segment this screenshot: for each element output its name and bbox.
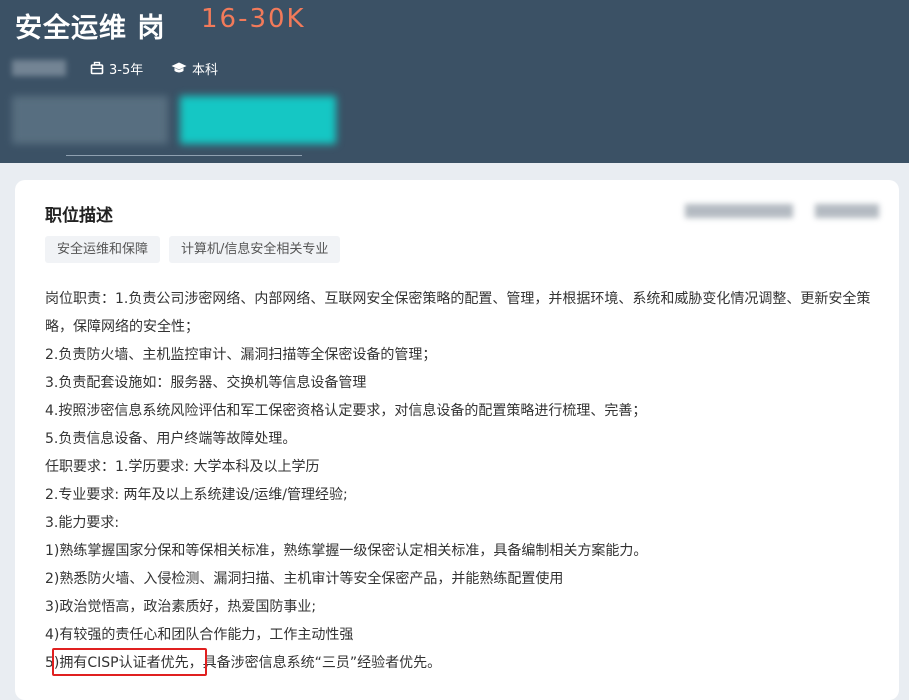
- salary: 16-30K: [201, 4, 306, 34]
- description-line: 任职要求：1.学历要求: 大学本科及以上学历: [45, 459, 320, 475]
- description-line: 2)熟悉防火墙、入侵检测、漏洞扫描、主机审计等安全保密产品，并能熟练配置使用: [45, 571, 564, 587]
- skill-tag: 计算机/信息安全相关专业: [169, 236, 341, 263]
- job-description-card: 职位描述 安全运维和保障 计算机/信息安全相关专业 岗位职责：1.负责公司涉密网…: [15, 180, 899, 700]
- blurred-location: [12, 60, 66, 76]
- education-text: 本科: [192, 62, 219, 78]
- education-requirement: 本科: [171, 59, 219, 78]
- description-line: 岗位职责：1.负责公司涉密网络、内部网络、互联网安全保密策略的配置、管理，并根据…: [45, 291, 871, 335]
- blurred-meta-right-2: [815, 204, 879, 218]
- skill-tag: 安全运维和保障: [45, 236, 161, 263]
- description-line: 2.负责防火墙、主机监控审计、漏洞扫描等全保密设备的管理；: [45, 347, 437, 363]
- section-title: 职位描述: [45, 206, 113, 226]
- description-line: 5)拥有CISP认证者优先，具备涉密信息系统“三员”经验者优先。: [45, 655, 442, 671]
- blurred-button-left[interactable]: [12, 96, 168, 144]
- description-line: 3.能力要求:: [45, 515, 120, 531]
- description-line: 3.负责配套设施如：服务器、交换机等信息设备管理: [45, 375, 367, 391]
- description-line: 1)熟练掌握国家分保和等保相关标准，熟练掌握一级保密认定相关标准，具备编制相关方…: [45, 543, 648, 559]
- job-title: 安全运维 岗: [15, 13, 166, 44]
- description-line: 4)有较强的责任心和团队合作能力，工作主动性强: [45, 627, 354, 643]
- experience-text: 3-5年: [109, 62, 144, 78]
- briefcase-icon: [90, 61, 104, 75]
- job-description-text: 岗位职责：1.负责公司涉密网络、内部网络、互联网安全保密策略的配置、管理，并根据…: [45, 285, 880, 677]
- blurred-meta-right: [685, 204, 793, 218]
- description-line: 4.按照涉密信息系统风险评估和军工保密资格认定要求，对信息设备的配置策略进行梳理…: [45, 403, 647, 419]
- skill-tags: 安全运维和保障 计算机/信息安全相关专业: [45, 236, 341, 263]
- blurred-button-right[interactable]: [180, 96, 336, 144]
- graduation-cap-icon: [171, 62, 187, 73]
- description-line: 5.负责信息设备、用户终端等故障处理。: [45, 431, 297, 447]
- experience-requirement: 3-5年: [90, 59, 144, 78]
- header-divider: [66, 155, 302, 156]
- description-line: 3)政治觉悟高，政治素质好，热爱国防事业;: [45, 599, 317, 615]
- description-line: 2.专业要求: 两年及以上系统建设/运维/管理经验;: [45, 487, 348, 503]
- job-header: 安全运维 岗 16-30K 3-5年 本科: [0, 0, 909, 163]
